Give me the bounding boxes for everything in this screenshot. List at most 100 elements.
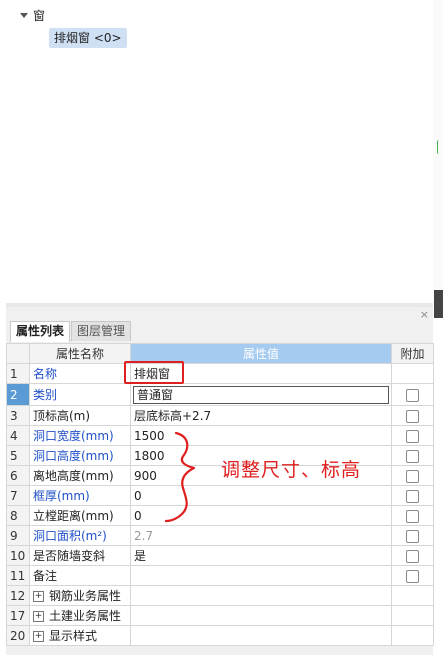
- property-row[interactable]: 4 洞口宽度(mm) 1500: [6, 425, 434, 446]
- row-number: 3: [6, 405, 30, 426]
- property-row[interactable]: 3 顶标高(m) 层底标高+2.7: [6, 405, 434, 426]
- property-value: [130, 585, 392, 606]
- header-num: [6, 343, 30, 364]
- append-checkbox[interactable]: [406, 509, 419, 523]
- property-value[interactable]: 0: [130, 505, 392, 526]
- property-value-cell[interactable]: 普通窗: [130, 383, 392, 406]
- edge-marker: [437, 140, 441, 154]
- property-row[interactable]: 1 名称 排烟窗: [6, 363, 434, 384]
- row-number: 20: [6, 625, 30, 646]
- property-name: 洞口高度(mm): [29, 445, 131, 466]
- append-cell: [391, 565, 434, 586]
- append-cell: [391, 525, 434, 546]
- append-checkbox[interactable]: [406, 449, 419, 463]
- component-tree-panel: 窗 排烟窗 <0>: [6, 0, 434, 303]
- property-grid: 属性名称 属性值 附加 1 名称 排烟窗 2 类别 普通窗 3 顶标高(m) 层底标高+2.7 4…: [6, 343, 434, 646]
- property-name: 顶标高(m): [29, 405, 131, 426]
- property-value: [130, 605, 392, 626]
- close-icon[interactable]: ×: [420, 309, 429, 321]
- append-cell: [391, 625, 434, 646]
- append-checkbox[interactable]: [406, 489, 419, 503]
- row-number: 5: [6, 445, 30, 466]
- append-cell: [391, 545, 434, 566]
- append-checkbox[interactable]: [406, 388, 419, 402]
- group-label: 显示样式: [49, 629, 98, 643]
- append-cell: [391, 425, 434, 446]
- append-checkbox[interactable]: [406, 529, 419, 543]
- annotation-text: 调整尺寸、标高: [221, 459, 362, 481]
- property-row[interactable]: 5 洞口高度(mm) 1800: [6, 445, 434, 466]
- property-name: 离地高度(mm): [29, 465, 131, 486]
- append-cell: [391, 605, 434, 626]
- append-cell: [391, 485, 434, 506]
- header-name: 属性名称: [29, 343, 131, 364]
- expand-plus-icon[interactable]: +: [33, 631, 44, 642]
- property-group-name[interactable]: + 土建业务属性: [29, 605, 131, 626]
- property-name: 类别: [29, 383, 131, 406]
- row-number: 4: [6, 425, 30, 446]
- append-cell: [391, 465, 434, 486]
- tree-node-label: 窗: [33, 8, 46, 23]
- property-row[interactable]: 8 立樘距离(mm) 0: [6, 505, 434, 526]
- property-group-name[interactable]: + 钢筋业务属性: [29, 585, 131, 606]
- property-value[interactable]: 0: [130, 485, 392, 506]
- append-checkbox[interactable]: [406, 409, 419, 423]
- property-group-name[interactable]: + 显示样式: [29, 625, 131, 646]
- row-number: 10: [6, 545, 30, 566]
- panel-tabs: 属性列表 图层管理: [10, 321, 132, 342]
- property-row[interactable]: 2 类别 普通窗: [6, 383, 434, 406]
- scroll-handle[interactable]: [434, 290, 443, 318]
- property-row[interactable]: 20 + 显示样式: [6, 625, 434, 646]
- append-checkbox[interactable]: [406, 549, 419, 563]
- append-checkbox[interactable]: [406, 429, 419, 443]
- property-name: 框厚(mm): [29, 485, 131, 506]
- append-cell: [391, 405, 434, 426]
- property-name: 名称: [29, 363, 131, 384]
- row-number: 7: [6, 485, 30, 506]
- append-cell: [391, 383, 434, 406]
- property-row[interactable]: 7 框厚(mm) 0: [6, 485, 434, 506]
- property-value[interactable]: 是: [130, 545, 392, 566]
- property-value[interactable]: 1500: [130, 425, 392, 446]
- append-cell: [391, 505, 434, 526]
- property-name: 洞口宽度(mm): [29, 425, 131, 446]
- append-checkbox[interactable]: [406, 569, 419, 583]
- tab-layer-manager[interactable]: 图层管理: [71, 321, 132, 341]
- group-label: 土建业务属性: [49, 609, 122, 623]
- tab-property-list[interactable]: 属性列表: [10, 321, 71, 342]
- row-number: 11: [6, 565, 30, 586]
- append-checkbox[interactable]: [406, 469, 419, 483]
- tree-node-window[interactable]: 窗: [20, 7, 45, 23]
- property-row[interactable]: 10 是否随墙变斜是: [6, 545, 434, 566]
- header-add: 附加: [391, 343, 434, 364]
- group-label: 钢筋业务属性: [49, 589, 122, 603]
- grid-header-row: 属性名称 属性值 附加: [6, 343, 434, 364]
- property-value[interactable]: 层底标高+2.7: [130, 405, 392, 426]
- row-number: 17: [6, 605, 30, 626]
- property-row[interactable]: 17 + 土建业务属性: [6, 605, 434, 626]
- row-number: 6: [6, 465, 30, 486]
- property-value-input[interactable]: 普通窗: [133, 385, 389, 404]
- row-number: 12: [6, 585, 30, 606]
- row-number: 2: [6, 383, 30, 406]
- property-value[interactable]: 排烟窗: [130, 363, 392, 384]
- header-value[interactable]: 属性值: [130, 343, 392, 364]
- row-number: 9: [6, 525, 30, 546]
- tree-node-smoke-window[interactable]: 排烟窗 <0>: [49, 28, 127, 48]
- property-value: [130, 625, 392, 646]
- append-cell: [391, 585, 434, 606]
- row-number: 8: [6, 505, 30, 526]
- property-value[interactable]: [130, 565, 392, 586]
- property-value[interactable]: 2.7: [130, 525, 392, 546]
- expand-plus-icon[interactable]: +: [33, 611, 44, 622]
- append-cell: [391, 363, 434, 384]
- expand-plus-icon[interactable]: +: [33, 591, 44, 602]
- property-row[interactable]: 6 离地高度(mm) 900: [6, 465, 434, 486]
- property-name: 洞口面积(m²): [29, 525, 131, 546]
- property-row[interactable]: 12 + 钢筋业务属性: [6, 585, 434, 606]
- append-cell: [391, 445, 434, 466]
- expand-arrow-icon[interactable]: [20, 12, 28, 18]
- property-row[interactable]: 9 洞口面积(m²) 2.7: [6, 525, 434, 546]
- property-name: 备注: [29, 565, 131, 586]
- property-row[interactable]: 11 备注: [6, 565, 434, 586]
